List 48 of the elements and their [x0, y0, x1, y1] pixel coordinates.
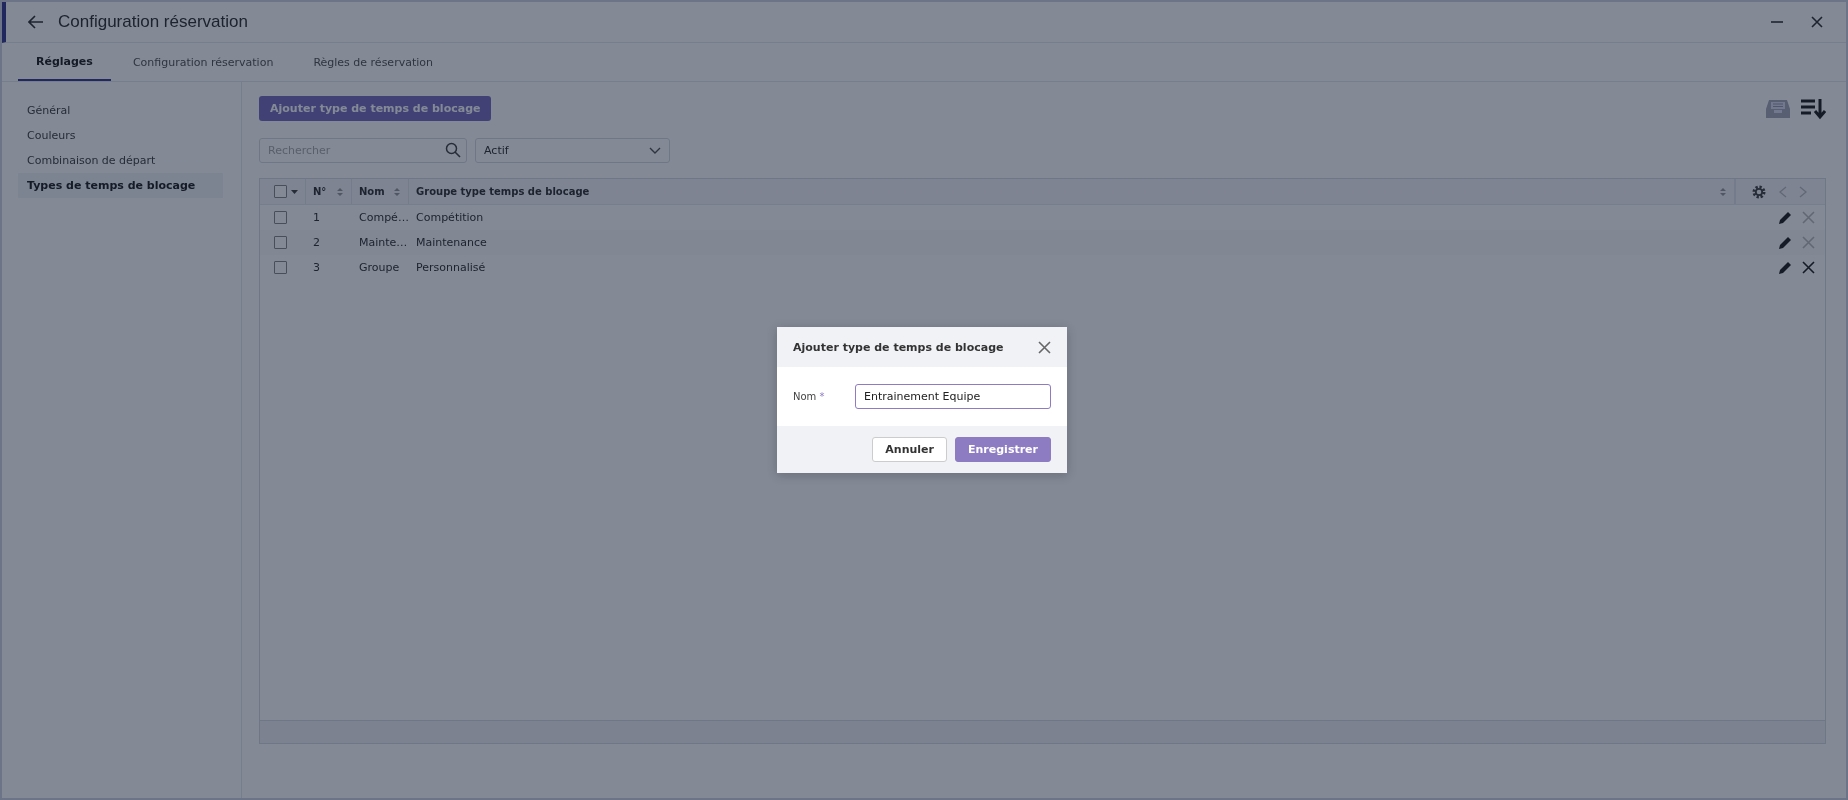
table-cell: Compé… [359, 211, 409, 224]
search-icon[interactable] [445, 142, 461, 158]
cancel-button[interactable]: Annuler [872, 437, 947, 462]
pencil-icon[interactable] [1778, 235, 1792, 250]
table-cell: Personnalisé [416, 261, 486, 274]
caret-icon[interactable] [291, 189, 298, 194]
sort-arrows-icon[interactable] [336, 186, 344, 197]
table-cell: Groupe [359, 261, 400, 274]
chevron-down-icon [649, 146, 661, 155]
table-cell: Mainte… [359, 236, 408, 249]
sidebar-item[interactable]: Général [18, 98, 223, 123]
status-dropdown[interactable]: Actif [475, 138, 670, 163]
pencil-icon[interactable] [1778, 210, 1792, 225]
settings-icon[interactable] [1751, 183, 1767, 200]
sidebar-item[interactable]: Couleurs [18, 123, 223, 148]
tab[interactable]: Réglages [18, 43, 111, 81]
table-cell: 2 [313, 236, 320, 249]
inbox-icon[interactable] [1766, 98, 1790, 119]
sort-arrows-icon[interactable] [393, 186, 401, 197]
sidebar-item[interactable]: Types de temps de blocage [18, 173, 223, 198]
checkbox[interactable] [274, 261, 287, 274]
checkbox[interactable] [274, 185, 287, 198]
table-cell: 3 [313, 261, 320, 274]
save-button[interactable]: Enregistrer [955, 437, 1051, 462]
table-cell: Maintenance [416, 236, 487, 249]
dialog-title: Ajouter type de temps de blocage [793, 340, 1004, 354]
table-cell: Compétition [416, 211, 484, 224]
add-button[interactable]: Ajouter type de temps de blocage [259, 96, 492, 121]
sort-arrows-icon[interactable] [1719, 186, 1727, 197]
close-icon[interactable] [1038, 340, 1051, 354]
sidebar-item[interactable]: Combinaison de départ [18, 148, 223, 173]
column-header[interactable]: N° [313, 186, 327, 197]
column-header[interactable]: Nom [359, 186, 385, 197]
name-input[interactable]: Entrainement Equipe [855, 384, 1051, 409]
window-title: Configuration réservation [58, 12, 248, 32]
pencil-icon[interactable] [1778, 260, 1792, 275]
checkbox[interactable] [274, 236, 287, 249]
back-arrow-icon[interactable] [28, 15, 44, 29]
delete-icon[interactable] [1802, 261, 1815, 274]
close-icon[interactable] [1810, 15, 1824, 29]
table-cell: 1 [313, 211, 320, 224]
tab[interactable]: Règles de réservation [295, 43, 451, 81]
tab[interactable]: Configuration réservation [114, 43, 292, 81]
field-label: Nom * [793, 391, 826, 402]
column-header[interactable]: Groupe type temps de blocage [416, 186, 590, 197]
sort-icon[interactable] [1800, 97, 1826, 120]
dropdown-value: Actif [484, 144, 509, 157]
checkbox[interactable] [274, 211, 287, 224]
